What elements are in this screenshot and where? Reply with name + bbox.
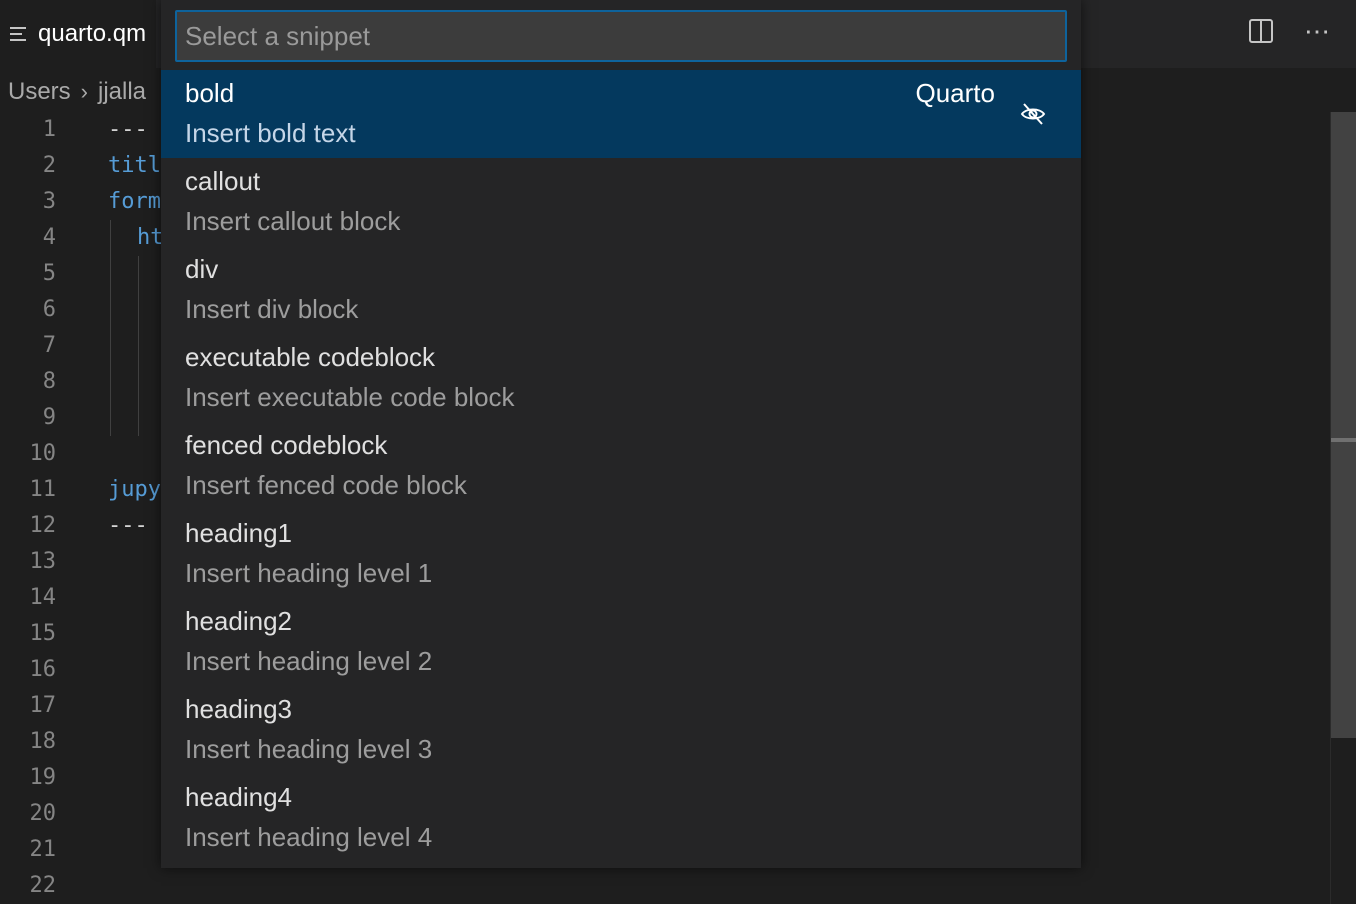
- line-number: 12: [29, 513, 57, 538]
- breadcrumb-item-user-folder[interactable]: jjalla: [98, 78, 146, 106]
- outline-list-icon: [10, 25, 28, 43]
- line-number: 20: [29, 801, 57, 826]
- more-actions-button[interactable]: ⋯: [1302, 16, 1332, 46]
- line-number: 3: [42, 189, 56, 214]
- snippet-description: Insert executable code block: [185, 382, 515, 412]
- snippet-label: heading1: [185, 518, 292, 548]
- editor-actions: ⋯: [1246, 16, 1332, 46]
- snippet-label: callout: [185, 166, 261, 196]
- editor-tab[interactable]: quarto.qm: [0, 0, 157, 68]
- snippet-description: Insert heading level 1: [185, 558, 433, 588]
- snippet-label: heading3: [185, 694, 292, 724]
- line-number: 1: [42, 117, 56, 142]
- snippet-description: Insert heading level 4: [185, 822, 433, 852]
- line-number: 11: [29, 477, 57, 502]
- line-number: 7: [42, 333, 56, 358]
- snippet-item[interactable]: div Insert div block: [161, 246, 1081, 334]
- snippet-description: Insert fenced code block: [185, 470, 467, 500]
- snippet-description: Insert heading level 3: [185, 734, 433, 764]
- line-number: 21: [29, 837, 57, 862]
- snippet-description: Insert bold text: [185, 118, 356, 148]
- snippet-item[interactable]: heading1 Insert heading level 1: [161, 510, 1081, 598]
- snippet-label: heading4: [185, 782, 292, 812]
- snippet-item[interactable]: bold Insert bold text Quarto: [161, 70, 1081, 158]
- snippet-search-input[interactable]: [175, 10, 1067, 62]
- snippet-item[interactable]: fenced codeblock Insert fenced code bloc…: [161, 422, 1081, 510]
- split-editor-button[interactable]: [1246, 16, 1276, 46]
- line-number-gutter: 1 2 3 4 5 6 7 8 9 10 11 12 13 14 15 16 17 18 19 20 21 22: [0, 112, 70, 904]
- line-number: 17: [29, 693, 57, 718]
- snippet-quick-pick: bold Insert bold text Quarto callout Ins…: [161, 0, 1081, 868]
- chevron-right-icon: ›: [80, 79, 88, 104]
- code-area[interactable]: --- titl form ht jupy ---: [108, 112, 168, 544]
- code-line-11: jupy: [108, 477, 161, 502]
- code-line-12: ---: [108, 513, 148, 538]
- code-line-2: titl: [108, 153, 161, 178]
- snippet-item[interactable]: heading2 Insert heading level 2: [161, 598, 1081, 686]
- line-number: 8: [42, 369, 56, 394]
- line-number: 13: [29, 549, 57, 574]
- line-number: 10: [29, 441, 57, 466]
- snippet-item[interactable]: executable codeblock Insert executable c…: [161, 334, 1081, 422]
- snippet-description: Insert callout block: [185, 206, 401, 236]
- split-editor-icon: [1249, 19, 1273, 43]
- snippet-item[interactable]: heading3 Insert heading level 3: [161, 686, 1081, 774]
- snippet-list: bold Insert bold text Quarto callout Ins…: [161, 70, 1081, 862]
- snippet-label: heading2: [185, 606, 292, 636]
- scrollbar-cursor-marker: [1331, 438, 1356, 442]
- eye-closed-icon[interactable]: [1019, 100, 1047, 128]
- line-number: 2: [42, 153, 56, 178]
- breadcrumb: Users › jjalla: [8, 72, 146, 112]
- snippet-item[interactable]: heading4 Insert heading level 4: [161, 774, 1081, 862]
- breadcrumb-item-users[interactable]: Users: [8, 78, 71, 106]
- tab-title: quarto.qm: [38, 20, 147, 47]
- line-number: 5: [42, 261, 56, 286]
- line-number: 15: [29, 621, 57, 646]
- line-number: 6: [42, 297, 56, 322]
- line-number: 4: [42, 225, 56, 250]
- line-number: 19: [29, 765, 57, 790]
- code-line-3: form: [108, 189, 161, 214]
- line-number: 9: [42, 405, 56, 430]
- line-number: 22: [29, 873, 57, 898]
- snippet-label: fenced codeblock: [185, 430, 388, 460]
- editor-scrollbar[interactable]: [1330, 112, 1356, 904]
- code-line-4: ht: [137, 225, 164, 250]
- scrollbar-thumb[interactable]: [1331, 112, 1356, 738]
- code-line-1: ---: [108, 117, 148, 142]
- snippet-label: div: [185, 254, 219, 284]
- line-number: 16: [29, 657, 57, 682]
- snippet-label: executable codeblock: [185, 342, 436, 372]
- snippet-description: Insert heading level 2: [185, 646, 433, 676]
- snippet-item[interactable]: callout Insert callout block: [161, 158, 1081, 246]
- line-number: 14: [29, 585, 57, 610]
- snippet-label: bold: [185, 78, 235, 108]
- more-actions-icon: ⋯: [1304, 15, 1330, 46]
- snippet-description: Insert div block: [185, 294, 359, 324]
- line-number: 18: [29, 729, 57, 754]
- snippet-source: Quarto: [915, 78, 996, 108]
